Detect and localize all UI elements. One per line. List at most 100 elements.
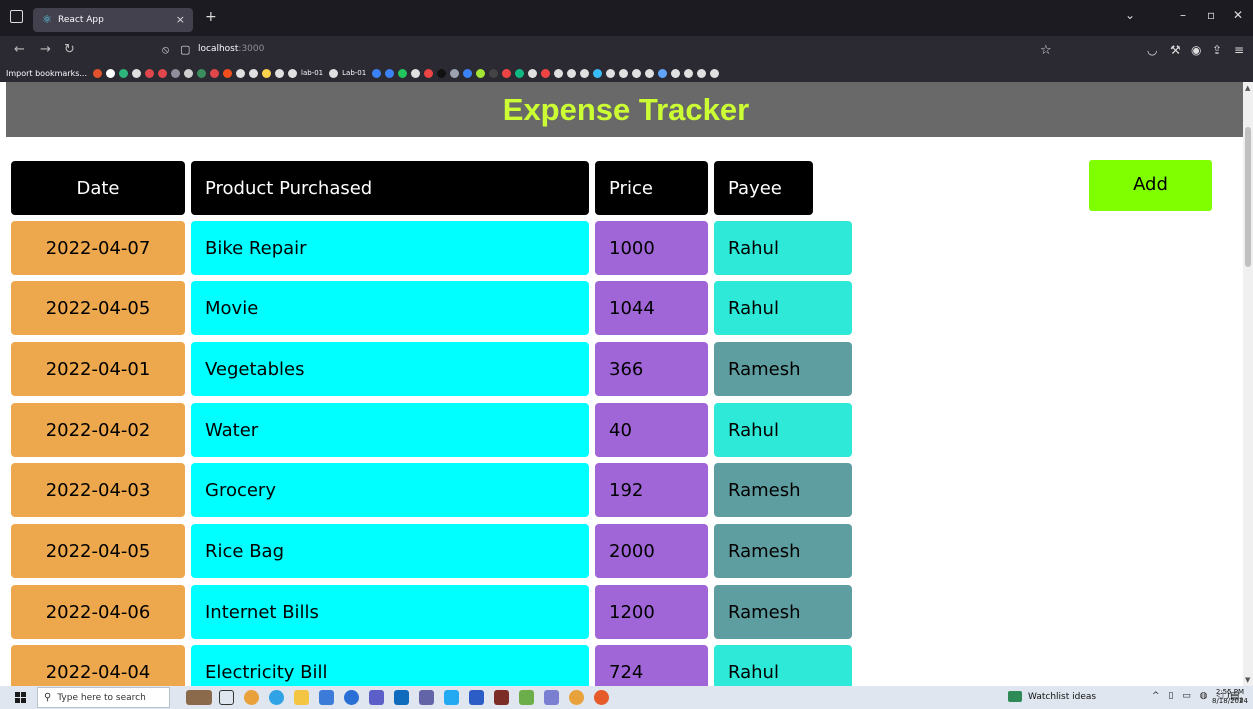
bookmark-icon[interactable] <box>580 68 590 78</box>
bookmark-icon[interactable] <box>502 68 512 78</box>
file-explorer-icon[interactable] <box>294 690 309 705</box>
stocks-icon <box>1008 691 1022 702</box>
bookmark-icon[interactable] <box>658 68 668 78</box>
close-window-icon[interactable]: ✕ <box>1233 8 1243 22</box>
app-icon[interactable] <box>244 690 259 705</box>
notifications-icon[interactable]: ▤8 <box>1230 691 1243 704</box>
bookmark-icon[interactable] <box>684 68 694 78</box>
bookmark-icon[interactable] <box>275 68 285 78</box>
edge-icon[interactable] <box>269 690 284 705</box>
bookmark-star-icon[interactable]: ☆ <box>1040 43 1052 58</box>
bookmark-icon[interactable] <box>619 68 629 78</box>
address-bar[interactable]: ⦸ ▢ localhost:3000 <box>150 40 1060 60</box>
bookmark-icon[interactable] <box>262 68 272 78</box>
cell-payee: Rahul <box>714 281 852 335</box>
bookmark-icon[interactable] <box>132 68 142 78</box>
pocket-icon[interactable]: ◡ <box>1147 43 1157 57</box>
bookmark-icon[interactable] <box>398 68 408 78</box>
bookmark-icon[interactable] <box>184 68 194 78</box>
bookmark-icon[interactable] <box>171 68 181 78</box>
bookmark-icon[interactable] <box>697 68 707 78</box>
bookmark-icon[interactable] <box>158 68 168 78</box>
scroll-down-icon[interactable]: ▼ <box>1245 676 1250 684</box>
bookmark-icon[interactable] <box>197 68 207 78</box>
app-icon[interactable] <box>494 690 509 705</box>
task-view-icon[interactable] <box>219 690 234 705</box>
bookmark-icon[interactable] <box>567 68 577 78</box>
bookmark-icon[interactable] <box>528 68 538 78</box>
minimize-icon[interactable]: – <box>1180 8 1186 22</box>
bookmark-icon[interactable] <box>249 68 259 78</box>
column-header-product: Product Purchased <box>191 161 589 215</box>
bookmark-icon[interactable] <box>541 68 551 78</box>
watchlist-widget[interactable]: Watchlist ideas <box>1008 691 1096 702</box>
bookmark-icon[interactable] <box>671 68 681 78</box>
taskbar-search-box[interactable]: ⚲ Type here to search <box>37 687 170 708</box>
bookmark-icon[interactable] <box>437 68 447 78</box>
scrollbar-thumb[interactable] <box>1245 127 1251 267</box>
notepad-icon[interactable] <box>519 690 534 705</box>
bookmark-icon[interactable] <box>93 68 103 78</box>
bookmark-icon[interactable] <box>593 68 603 78</box>
tab-list-icon[interactable] <box>10 10 23 23</box>
browser-tab[interactable]: ⚛ React App × <box>33 8 193 32</box>
search-placeholder: Type here to search <box>57 692 146 703</box>
add-button[interactable]: Add <box>1089 160 1212 211</box>
app-icon[interactable] <box>369 690 384 705</box>
menu-icon[interactable]: ≡ <box>1234 43 1244 57</box>
tab-close-icon[interactable]: × <box>176 13 185 26</box>
teams-icon[interactable] <box>419 690 434 705</box>
tab-dropdown-icon[interactable]: ⌄ <box>1125 8 1135 22</box>
windows-start-icon[interactable] <box>15 692 26 703</box>
outlook-icon[interactable] <box>394 690 409 705</box>
bookmark-icon[interactable] <box>236 68 246 78</box>
app-icon[interactable] <box>344 690 359 705</box>
react-favicon-icon: ⚛ <box>42 13 52 26</box>
page-scrollbar[interactable]: ▲ ▼ <box>1243 82 1253 686</box>
bookmark-icon[interactable] <box>606 68 616 78</box>
account-icon[interactable]: ◉ <box>1191 43 1201 57</box>
bookmark-icon[interactable] <box>515 68 525 78</box>
bookmark-icon[interactable] <box>476 68 486 78</box>
bookmark-icon[interactable] <box>424 68 434 78</box>
bookmark-icon[interactable] <box>710 68 720 78</box>
bookmark-icon[interactable] <box>288 68 298 78</box>
tools-icon[interactable]: ⚒ <box>1170 43 1181 57</box>
bookmark-icon[interactable] <box>489 68 499 78</box>
bookmark-icon[interactable] <box>106 68 116 78</box>
powershell-icon[interactable] <box>469 690 484 705</box>
tracking-shield-icon[interactable]: ⦸ <box>162 43 169 57</box>
bookmark-icon[interactable] <box>223 68 233 78</box>
bookmark-icon[interactable] <box>411 68 421 78</box>
vscode-icon[interactable] <box>444 690 459 705</box>
maximize-icon[interactable]: ▫ <box>1207 8 1215 22</box>
bookmark-icon[interactable] <box>329 68 339 78</box>
bookmark-icon[interactable] <box>450 68 460 78</box>
url-text[interactable]: localhost:3000 <box>198 44 264 54</box>
firefox-icon[interactable] <box>594 690 609 705</box>
bookmark-icon[interactable] <box>210 68 220 78</box>
app-icon[interactable] <box>544 690 559 705</box>
bookmark-lab01[interactable]: lab-01 <box>301 69 323 77</box>
cell-payee: Rahul <box>714 645 852 686</box>
new-tab-button[interactable]: + <box>205 9 217 25</box>
back-icon[interactable]: ← <box>14 42 25 57</box>
bookmark-lab01-github[interactable]: Lab-01 <box>342 69 366 77</box>
bookmark-icon[interactable] <box>554 68 564 78</box>
extensions-icon[interactable]: ⇪ <box>1212 43 1222 57</box>
bookmark-icon[interactable] <box>632 68 642 78</box>
bookmark-icon[interactable] <box>385 68 395 78</box>
scroll-up-icon[interactable]: ▲ <box>1245 84 1250 92</box>
forward-icon[interactable]: → <box>40 42 51 57</box>
bookmark-icon[interactable] <box>119 68 129 78</box>
page-info-icon[interactable]: ▢ <box>180 43 190 56</box>
bookmark-icon[interactable] <box>463 68 473 78</box>
reload-icon[interactable]: ↻ <box>64 42 75 57</box>
import-bookmarks-link[interactable]: Import bookmarks... <box>6 69 87 78</box>
mail-icon[interactable] <box>319 690 334 705</box>
search-highlight-icon[interactable] <box>186 690 212 705</box>
app-icon[interactable] <box>569 690 584 705</box>
bookmark-icon[interactable] <box>645 68 655 78</box>
bookmark-icon[interactable] <box>372 68 382 78</box>
bookmark-icon[interactable] <box>145 68 155 78</box>
